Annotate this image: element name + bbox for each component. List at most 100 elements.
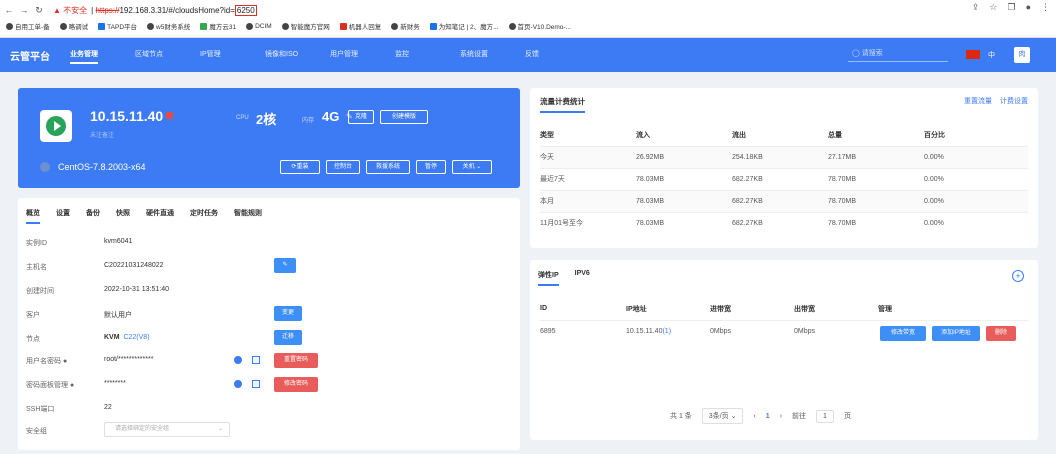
menu-feedback[interactable]: 反馈 [525, 38, 590, 72]
brand-logo[interactable]: 云管平台 [10, 48, 50, 63]
details-panel: 概览 设置 备份 快照 硬件直通 定时任务 智能规则 实例ID kvm6041 … [18, 198, 520, 450]
tab-schedule[interactable]: 定时任务 [190, 208, 218, 224]
reload-icon[interactable]: ↻ [33, 5, 45, 16]
hostname-label: 主机名 [26, 264, 47, 271]
os-name: CentOS-7.8.2003-x64 [58, 162, 146, 172]
menu-users[interactable]: 用户管理 [330, 38, 395, 72]
insecure-warning[interactable]: ▲ 不安全 [53, 5, 87, 16]
add-ip-button[interactable]: 添加IP地址 [932, 326, 980, 341]
instance-id-value: kvm6041 [104, 238, 133, 245]
goto-label: 前往 [792, 413, 807, 420]
instance-ip: 10.15.11.40 [90, 108, 164, 124]
menu-ip[interactable]: IP管理 [200, 38, 265, 72]
modify-password-button[interactable]: 修改密码 [274, 377, 318, 392]
table-row: 本月 78.03MB 682.27KB 78.70MB 0.00% [540, 189, 1028, 212]
instance-note[interactable]: 未注备注 [90, 130, 114, 139]
billing-setting-link[interactable]: 计费设置 [1000, 96, 1028, 106]
rescue-button[interactable]: 救援系统 [366, 160, 410, 174]
change-button[interactable]: 变更 [274, 306, 302, 321]
tab-passthrough[interactable]: 硬件直通 [146, 208, 174, 224]
cpu-value: 2核 [256, 112, 277, 127]
migrate-button[interactable]: 迁移 [274, 330, 302, 345]
copy-icon[interactable] [252, 356, 260, 364]
page-size-select[interactable]: 3条/页 ⌄ [701, 408, 744, 424]
goto-input[interactable]: 1 [816, 409, 834, 423]
globe-icon [281, 22, 289, 30]
menu-image[interactable]: 镜像和ISO [265, 38, 330, 72]
browser-chrome: ← → ↻ ▲ 不安全 | https://192.168.3.31/#/clo… [0, 0, 1056, 38]
instance-card: 10.15.11.40 未注备注 CPU 2核 内存 4G ✎ 克隆 创建模版 … [18, 88, 520, 188]
tab-ipv6[interactable]: IPV6 [575, 270, 590, 286]
tab-snapshot[interactable]: 快照 [116, 208, 130, 224]
pause-button[interactable]: 暂停 [416, 160, 446, 174]
eye-icon[interactable] [234, 380, 242, 388]
clone-button[interactable]: 克隆 [348, 110, 374, 124]
address-row: ← → ↻ ▲ 不安全 | https://192.168.3.31/#/clo… [0, 2, 1056, 18]
bookmark[interactable]: 智能魔方官网 [281, 21, 330, 31]
total-count: 共 1 条 [670, 413, 692, 420]
shutdown-button[interactable]: 关机 ⌄ [452, 160, 492, 174]
menu-settings[interactable]: 系统设置 [460, 38, 525, 72]
search-input[interactable]: ◯ 请搜索 [848, 48, 948, 62]
copy-icon[interactable] [252, 380, 260, 388]
reset-password-button[interactable]: 重置密码 [274, 353, 318, 368]
ip-count-link[interactable]: (1) [662, 328, 671, 335]
create-template-button[interactable]: 创建模版 [380, 110, 428, 124]
tab-rules[interactable]: 智能规则 [234, 208, 262, 224]
lang-switch[interactable]: 中 [988, 50, 995, 60]
bookmark[interactable]: 新财务 [391, 21, 420, 31]
reset-traffic-link[interactable]: 重置流量 [964, 96, 992, 106]
globe-icon [6, 22, 13, 30]
help-icon[interactable]: ● [70, 382, 74, 389]
sidebar-icon[interactable]: ❐ [1007, 2, 1015, 13]
bookmark[interactable]: w5财务系统 [147, 21, 190, 31]
prev-page-icon[interactable]: ‹ [753, 413, 755, 420]
bookmark[interactable]: TAPD平台 [98, 21, 137, 31]
profile-icon[interactable]: ● [1026, 2, 1031, 13]
tab-backup[interactable]: 备份 [86, 208, 100, 224]
globe-icon [59, 22, 67, 30]
bookmark[interactable]: 自用工单-备 [6, 21, 50, 31]
menu-business[interactable]: 业务管理 [70, 38, 135, 72]
bookmark[interactable]: 为知笔记 | 2、魔方... [429, 21, 499, 31]
tab-elastic-ip[interactable]: 弹性IP [538, 270, 559, 286]
more-icon[interactable]: ⋮ [1041, 2, 1050, 13]
back-icon[interactable]: ← [3, 5, 15, 15]
menu-region[interactable]: 区域节点 [135, 38, 200, 72]
url-id: 6250 [234, 4, 257, 16]
add-icon[interactable]: + [1012, 270, 1024, 282]
security-group-select[interactable]: 请选择绑定的安全组 ⌄ [104, 422, 230, 437]
help-icon[interactable]: ● [63, 358, 67, 365]
ip-tag-icon[interactable] [166, 112, 173, 119]
next-page-icon[interactable]: › [780, 413, 782, 420]
edit-hostname-button[interactable]: ✎ [274, 258, 296, 273]
delete-button[interactable]: 删除 [986, 326, 1016, 341]
mem-value: 4G [322, 109, 340, 124]
tapd-icon [98, 22, 106, 30]
url-path: 192.168.3.31/#/cloudsHome?id= [119, 5, 235, 15]
node-link[interactable]: C22(V8) [123, 334, 149, 341]
current-page[interactable]: 1 [766, 413, 770, 420]
reinstall-button[interactable]: ⟳重装 [280, 160, 320, 174]
url-bar[interactable]: | https://192.168.3.31/#/cloudsHome?id= 6… [91, 4, 257, 16]
console-button[interactable]: 控制台 [326, 160, 360, 174]
china-flag-icon[interactable] [966, 50, 980, 59]
forward-icon[interactable]: → [18, 5, 30, 15]
modify-bandwidth-button[interactable]: 修改带宽 [880, 326, 926, 341]
page-unit: 页 [843, 413, 851, 420]
menu-monitor[interactable]: 监控 [395, 38, 460, 72]
table-row: 11月01号至今 78.03MB 682.27KB 78.70MB 0.00% [540, 211, 1028, 234]
tab-overview[interactable]: 概览 [26, 208, 40, 224]
bookmark[interactable]: 首页-V10.Demo-... [508, 21, 571, 31]
share-icon[interactable]: ⇪ [972, 2, 980, 13]
browser-actions: ⇪ ☆ ❐ ● ⋮ [972, 2, 1050, 13]
bookmark[interactable]: 魔方云31 [200, 21, 236, 31]
bookmark[interactable]: DCIM [246, 21, 272, 31]
bookmark[interactable]: 略调试 [59, 21, 88, 31]
eye-icon[interactable] [234, 356, 242, 364]
star-icon[interactable]: ☆ [989, 2, 997, 13]
avatar[interactable]: 肉 [1014, 47, 1030, 63]
bookmark[interactable]: 机器人回复 [339, 21, 381, 31]
tab-settings[interactable]: 设置 [56, 208, 70, 224]
ssh-value: 22 [104, 404, 112, 411]
